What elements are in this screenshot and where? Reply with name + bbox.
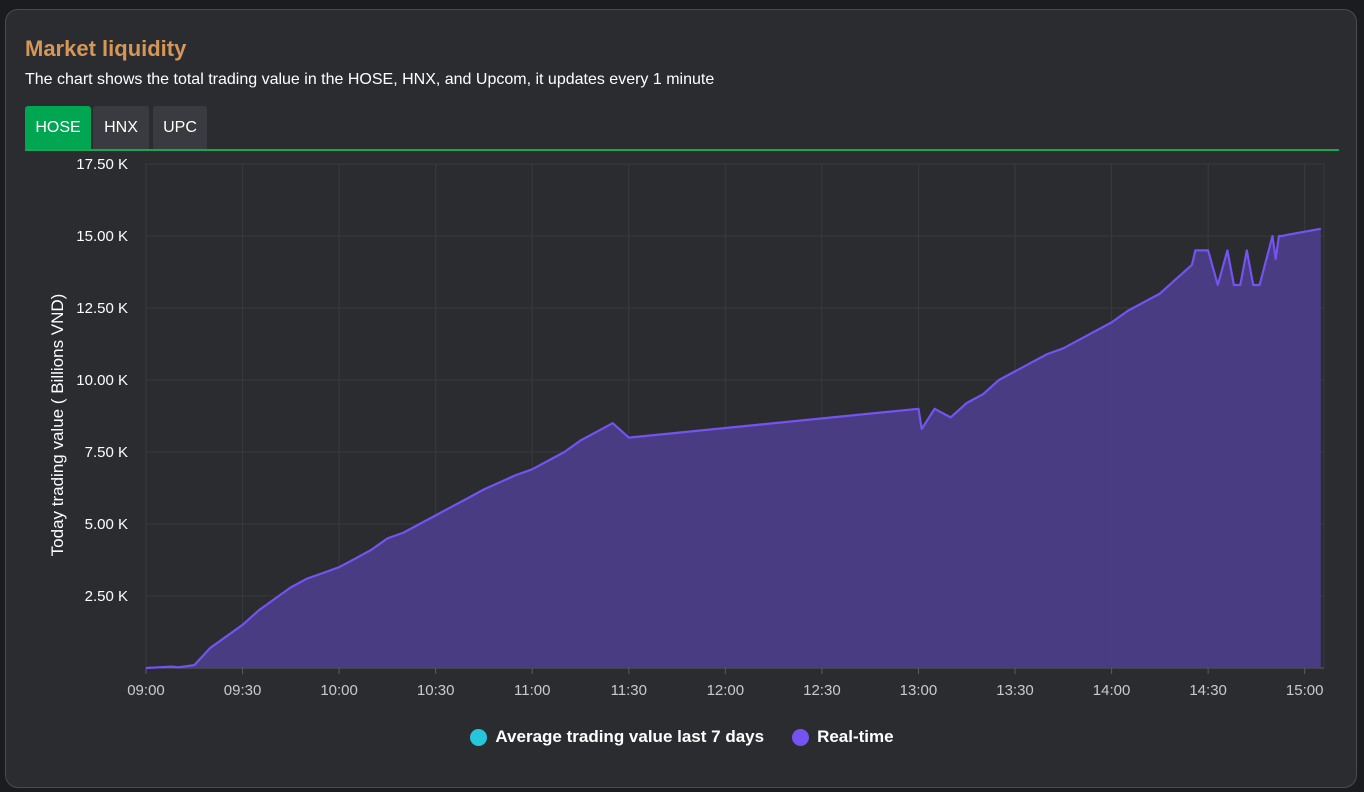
x-axis-ticks: 09:00 09:30 10:00 10:30 11:00 11:30 12:00 12:30…	[127, 682, 1323, 699]
legend-item-average[interactable]: Average trading value last 7 days	[470, 727, 764, 747]
y-tick-label: 12.50 K	[76, 300, 128, 317]
market-liquidity-panel: Market liquidity The chart shows the tot…	[5, 9, 1357, 788]
y-tick-label: 15.00 K	[76, 228, 128, 245]
y-axis-label: Today trading value ( Billions VND)	[48, 294, 67, 557]
y-tick-label: 2.50 K	[85, 588, 128, 605]
x-tick-label: 15:00	[1286, 682, 1324, 699]
x-tick-label: 13:30	[996, 682, 1034, 699]
y-tick-label: 10.00 K	[76, 372, 128, 389]
legend-label-realtime: Real-time	[817, 727, 894, 746]
x-tick-label: 13:00	[900, 682, 938, 699]
x-tick-label: 10:30	[417, 682, 455, 699]
y-tick-label: 7.50 K	[85, 444, 128, 461]
x-tick-label: 09:30	[224, 682, 262, 699]
legend-item-realtime[interactable]: Real-time	[792, 727, 894, 747]
liquidity-chart: 2.50 K 5.00 K 7.50 K 10.00 K 12.50 K 15.00 K 1…	[48, 156, 1325, 699]
average-series-dot-icon	[470, 728, 488, 746]
x-tick-label: 12:30	[803, 682, 841, 699]
x-tick-label: 10:00	[320, 682, 358, 699]
realtime-series-dot-icon	[792, 728, 810, 746]
x-tick-label: 14:00	[1093, 682, 1131, 699]
y-tick-label: 5.00 K	[85, 516, 128, 533]
x-tick-label: 12:00	[707, 682, 745, 699]
x-tick-label: 11:30	[611, 682, 647, 699]
x-tick-label: 14:30	[1189, 682, 1227, 699]
x-tick-label: 11:00	[514, 682, 550, 699]
legend-label-average: Average trading value last 7 days	[495, 727, 765, 746]
y-tick-label: 17.50 K	[76, 156, 128, 173]
realtime-area-fill	[146, 228, 1321, 669]
chart-legend: Average trading value last 7 days Real-t…	[6, 727, 1358, 747]
x-tick-label: 09:00	[127, 682, 165, 699]
realtime-series	[145, 227, 1321, 670]
y-axis-ticks: 2.50 K 5.00 K 7.50 K 10.00 K 12.50 K 15.00 K 1…	[76, 156, 128, 605]
